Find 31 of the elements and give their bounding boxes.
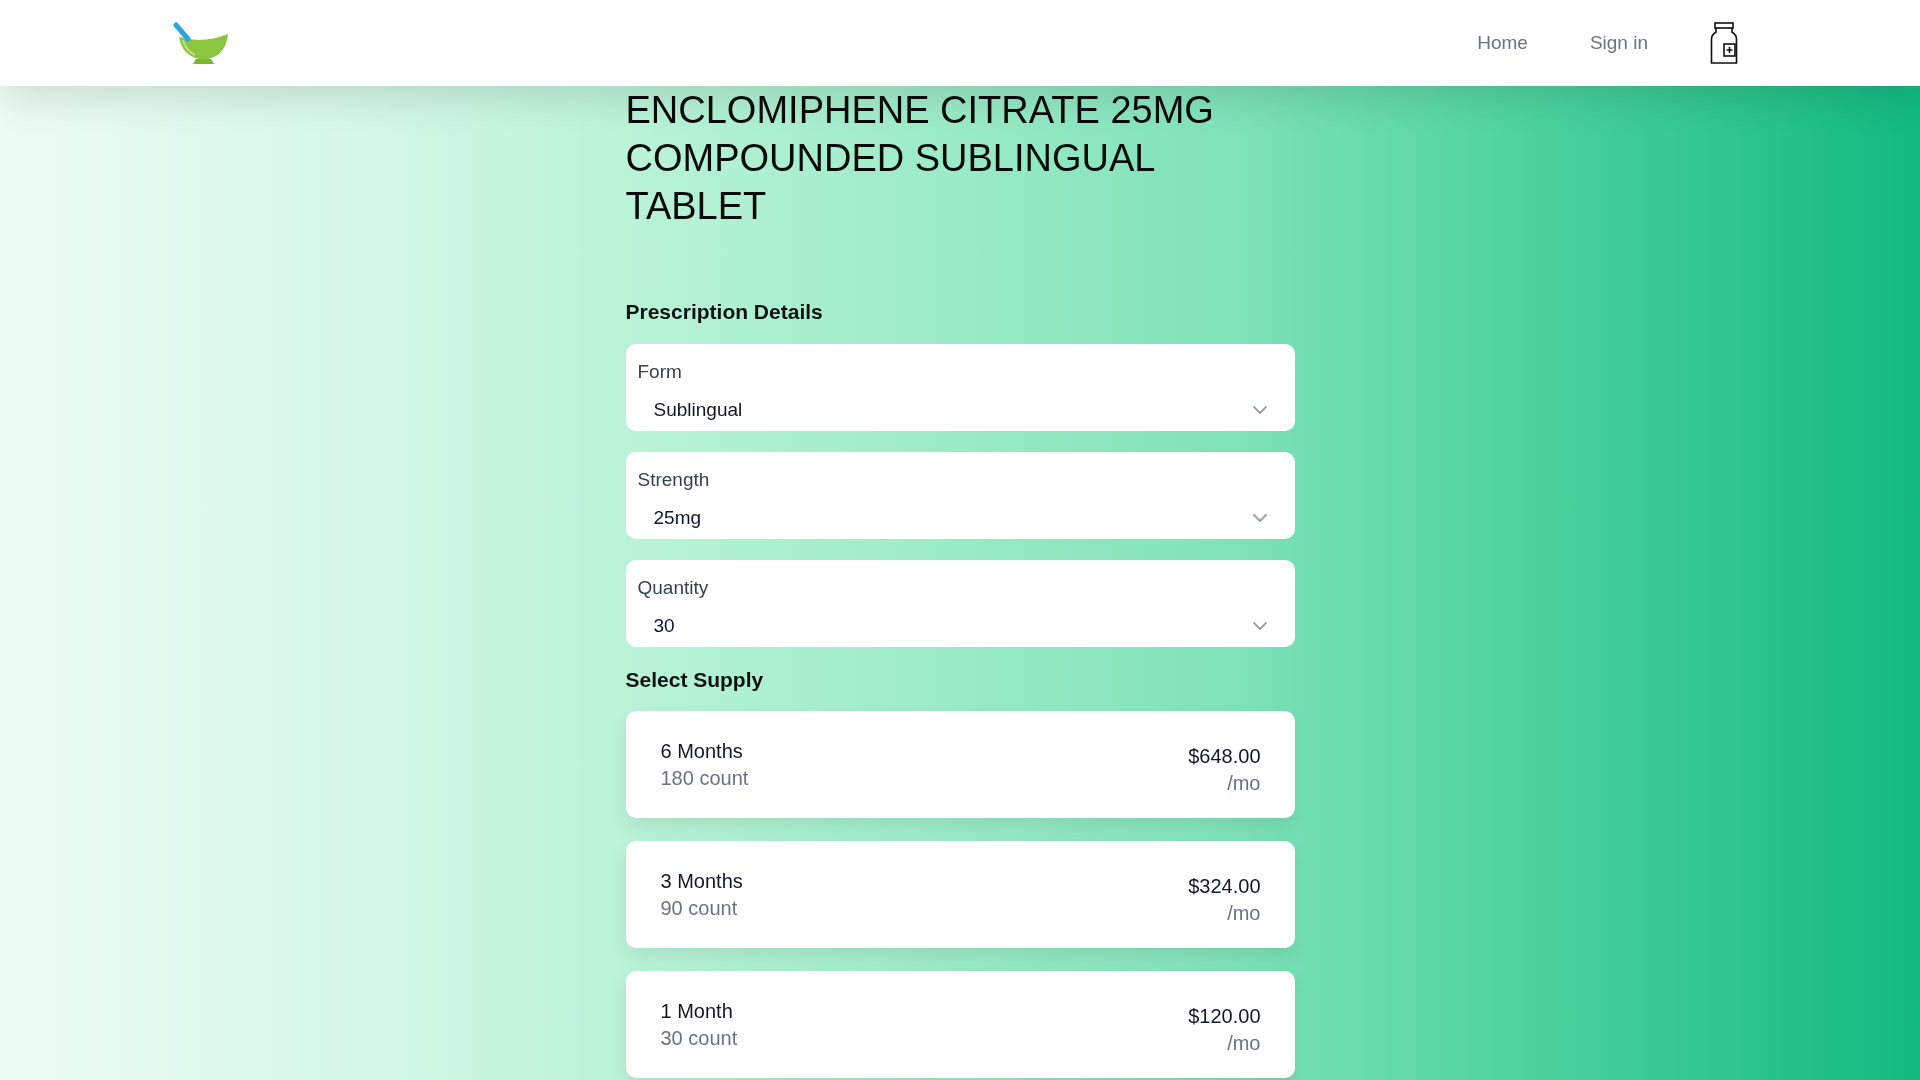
dropdown-select[interactable]: 25mg: [625, 494, 1295, 539]
supply-duration: 3 Months: [660, 868, 743, 894]
supply-option-card[interactable]: 6 Months 180 count $648.00 /mo: [625, 711, 1295, 818]
supply-count: 90 count: [660, 895, 739, 921]
nav-link[interactable]: Home: [1477, 31, 1528, 55]
dropdown-select[interactable]: 30: [625, 602, 1295, 647]
supply-price: $120.00: [1188, 1003, 1261, 1029]
chevron-down-icon: [1252, 622, 1267, 630]
supply-option-card[interactable]: 1 Month 30 count $120.00 /mo: [625, 971, 1295, 1078]
mortar-pestle-icon[interactable]: [173, 22, 228, 64]
field-label: Quantity: [636, 576, 710, 600]
supply-price: $324.00: [1188, 873, 1261, 899]
product-title: ENCLOMIPHENE CITRATE 25MG COMPOUNDED SUBLINGUAL TABLET: [625, 88, 1215, 229]
nav-link[interactable]: Sign in: [1589, 31, 1648, 55]
price-unit: /mo: [1226, 770, 1261, 796]
chevron-down-icon: [1252, 514, 1267, 522]
dropdown-select[interactable]: Sublingual: [625, 386, 1295, 431]
field-label: Strength: [636, 468, 711, 492]
supply-option-card[interactable]: 3 Months 90 count $324.00 /mo: [625, 841, 1295, 948]
chevron-down-icon: [1252, 406, 1267, 414]
medicine-bottle-icon[interactable]: [1710, 22, 1738, 64]
supply-count: 30 count: [660, 1025, 738, 1051]
price-unit: /mo: [1226, 1030, 1261, 1056]
supply-price: $648.00: [1188, 743, 1261, 769]
section-heading: Prescription Details: [625, 299, 824, 325]
price-unit: /mo: [1226, 900, 1261, 926]
field-label: Form: [636, 360, 683, 384]
supply-count: 180 count: [660, 765, 749, 791]
supply-duration: 6 Months: [660, 738, 744, 764]
section-heading: Select Supply: [625, 667, 765, 693]
supply-duration: 1 Month: [660, 998, 734, 1024]
